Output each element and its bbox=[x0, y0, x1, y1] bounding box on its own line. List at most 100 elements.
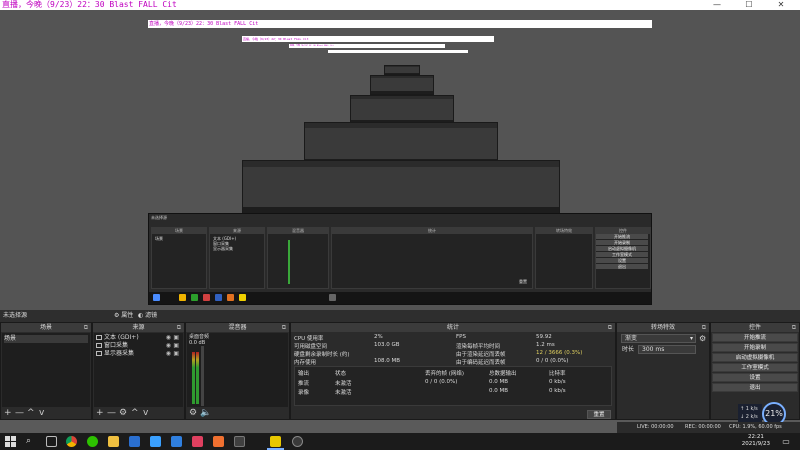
app3-icon[interactable] bbox=[213, 436, 224, 447]
exit-button[interactable]: 退出 bbox=[712, 383, 798, 392]
move-scene-up-button[interactable]: ^ bbox=[27, 407, 35, 419]
mixer-header: 混音器 ⧉ bbox=[186, 323, 289, 332]
stat-label: 由于编码延迟而丢帧 bbox=[456, 360, 506, 366]
app4-icon[interactable] bbox=[234, 436, 245, 447]
transition-select[interactable]: 渐变 ▾ bbox=[621, 334, 696, 343]
lock-icon[interactable]: ▣ bbox=[173, 342, 179, 350]
table-header: 总数据输出 bbox=[489, 371, 517, 377]
notification-icon[interactable]: ▭ bbox=[780, 436, 792, 447]
preview-canvas[interactable]: 直播，今晚（9/23）22：30 Blast FALL Cit 直播，今晚（9/… bbox=[0, 10, 800, 310]
move-scene-down-button[interactable]: v bbox=[39, 407, 44, 419]
settings-button[interactable]: 设置 bbox=[712, 373, 798, 382]
nested-stats-header: 统计 bbox=[332, 228, 532, 234]
start-recording-button[interactable]: 开始录制 bbox=[712, 343, 798, 352]
volume-slider[interactable] bbox=[201, 346, 204, 406]
wechat-icon[interactable] bbox=[87, 436, 98, 447]
speaker-icon[interactable]: 🔈 bbox=[200, 407, 211, 419]
mixer-settings-icon[interactable]: ⚙ bbox=[189, 407, 197, 419]
source-item[interactable]: 文本 (GDI+) ◉ ▣ bbox=[96, 334, 181, 342]
nested-title-text: 直播，今晚（9/23）22：30 Blast FALL Cit bbox=[149, 21, 259, 27]
text-source-icon bbox=[96, 335, 102, 340]
dock-float-icon[interactable]: ⧉ bbox=[282, 323, 286, 332]
taskbar: ⌕ 22:21 2021/9/23 ▭ bbox=[0, 433, 800, 450]
download-value: 2 k/s bbox=[745, 414, 758, 420]
output-stats-table: 输出 状态 丢弃的帧 (网络) 总数据输出 比特率 推流 未激活 0 / 0 (… bbox=[294, 366, 612, 406]
dock-float-icon[interactable]: ⧉ bbox=[792, 323, 796, 332]
table-cell: 0 kb/s bbox=[549, 379, 566, 385]
lock-icon[interactable]: ▣ bbox=[173, 334, 179, 342]
minimize-button[interactable]: — bbox=[706, 0, 728, 10]
close-button[interactable]: ✕ bbox=[770, 0, 792, 10]
stat-value: 0 / 0 (0.0%) bbox=[536, 358, 569, 364]
scenes-footer: + — ^ v bbox=[1, 407, 91, 419]
eye-icon[interactable]: ◉ bbox=[166, 350, 171, 358]
system-clock[interactable]: 22:21 2021/9/23 bbox=[742, 434, 770, 448]
dock-float-icon[interactable]: ⧉ bbox=[608, 323, 612, 332]
nested-reset-button: 重置 bbox=[519, 279, 527, 284]
rec-timer: REC: 00:00:00 bbox=[685, 424, 721, 430]
source-label: 文本 (GDI+) bbox=[104, 334, 139, 341]
gear-icon[interactable]: ⚙ bbox=[699, 334, 706, 343]
move-source-up-button[interactable]: ^ bbox=[131, 407, 139, 419]
files-icon[interactable] bbox=[108, 436, 119, 447]
app2-icon[interactable] bbox=[171, 436, 182, 447]
table-header: 丢弃的帧 (网络) bbox=[425, 371, 465, 377]
reset-stats-button[interactable]: 重置 bbox=[587, 410, 611, 419]
duration-input[interactable]: 300 ms bbox=[638, 345, 696, 354]
add-scene-button[interactable]: + bbox=[4, 407, 12, 419]
display-source-icon bbox=[96, 351, 102, 356]
upload-speed: ↑ 1 k/s bbox=[740, 406, 758, 412]
start-streaming-button[interactable]: 开始推流 bbox=[712, 333, 798, 342]
source-item[interactable]: 显示器采集 ◉ ▣ bbox=[96, 350, 181, 358]
eye-icon[interactable]: ◉ bbox=[166, 334, 171, 342]
nested-mixer-header: 混音器 bbox=[268, 228, 328, 234]
source-label: 窗口采集 bbox=[104, 342, 129, 349]
music-icon[interactable] bbox=[192, 436, 203, 447]
nested-settings-button: 设置 bbox=[596, 258, 648, 263]
nested-start-record-button: 开始录制 bbox=[596, 240, 648, 245]
scene-item[interactable]: 场景 bbox=[4, 335, 88, 343]
nested-window-title-1: 直播，今晚（9/23）22：30 Blast FALL Cit bbox=[148, 20, 652, 28]
nested-transitions-header: 转场特效 bbox=[536, 228, 592, 234]
eye-icon[interactable]: ◉ bbox=[166, 342, 171, 350]
source-settings-button[interactable]: ⚙ bbox=[119, 407, 127, 419]
move-source-down-button[interactable]: v bbox=[143, 407, 148, 419]
download-speed: ↓ 2 k/s bbox=[740, 414, 758, 420]
maximize-button[interactable]: ☐ bbox=[738, 0, 760, 10]
sources-header: 来源 ⧉ bbox=[93, 323, 184, 332]
obs-window-icon[interactable] bbox=[270, 436, 281, 447]
window-title-bar: 直播，今晚（9/23）22：30 Blast FALL Cit — ☐ ✕ bbox=[0, 0, 800, 10]
chrome-icon[interactable] bbox=[66, 436, 77, 447]
start-icon[interactable] bbox=[5, 436, 16, 447]
remove-source-button[interactable]: — bbox=[107, 407, 116, 419]
nested-start-stream-button: 开始推流 bbox=[596, 234, 648, 239]
add-source-button[interactable]: + bbox=[96, 407, 104, 419]
taskview-icon[interactable] bbox=[46, 436, 57, 447]
sources-list[interactable]: 文本 (GDI+) ◉ ▣ 窗口采集 ◉ ▣ 显示器采集 ◉ ▣ bbox=[94, 333, 183, 407]
app-icon[interactable] bbox=[150, 436, 161, 447]
stat-label: 由于渲染延迟而丢帧 bbox=[456, 352, 506, 358]
obs-status-bar: LIVE: 00:00:00 REC: 00:00:00 CPU: 1.9%, … bbox=[617, 422, 800, 433]
start-virtual-camera-button[interactable]: 启动虚拟摄像机 bbox=[712, 353, 798, 362]
dock-float-icon[interactable]: ⧉ bbox=[702, 323, 706, 332]
studio-mode-button[interactable]: 工作室模式 bbox=[712, 363, 798, 372]
table-header: 输出 bbox=[298, 371, 310, 377]
nested-window-3 bbox=[242, 160, 560, 216]
nested-meter bbox=[288, 240, 290, 284]
source-label: 显示器采集 bbox=[104, 350, 135, 357]
table-cell: 推流 bbox=[298, 381, 310, 387]
lock-icon[interactable]: ▣ bbox=[173, 350, 179, 358]
obs-icon[interactable] bbox=[292, 436, 303, 447]
live-timer: LIVE: 00:00:00 bbox=[637, 424, 674, 430]
dock-float-icon[interactable]: ⧉ bbox=[177, 323, 181, 332]
store-icon[interactable] bbox=[129, 436, 140, 447]
mixer-footer: ⚙ 🔈 bbox=[186, 407, 289, 419]
table-cell: 0 / 0 (0.0%) bbox=[425, 379, 458, 385]
remove-scene-button[interactable]: — bbox=[15, 407, 24, 419]
dock-float-icon[interactable]: ⧉ bbox=[84, 323, 88, 332]
filters-button[interactable]: ◐ 滤镜 bbox=[138, 310, 157, 322]
scenes-list[interactable]: 场景 bbox=[2, 333, 90, 407]
source-item[interactable]: 窗口采集 ◉ ▣ bbox=[96, 342, 181, 350]
search-icon[interactable]: ⌕ bbox=[26, 436, 37, 447]
properties-button[interactable]: ⚙ 属性 bbox=[114, 310, 133, 322]
